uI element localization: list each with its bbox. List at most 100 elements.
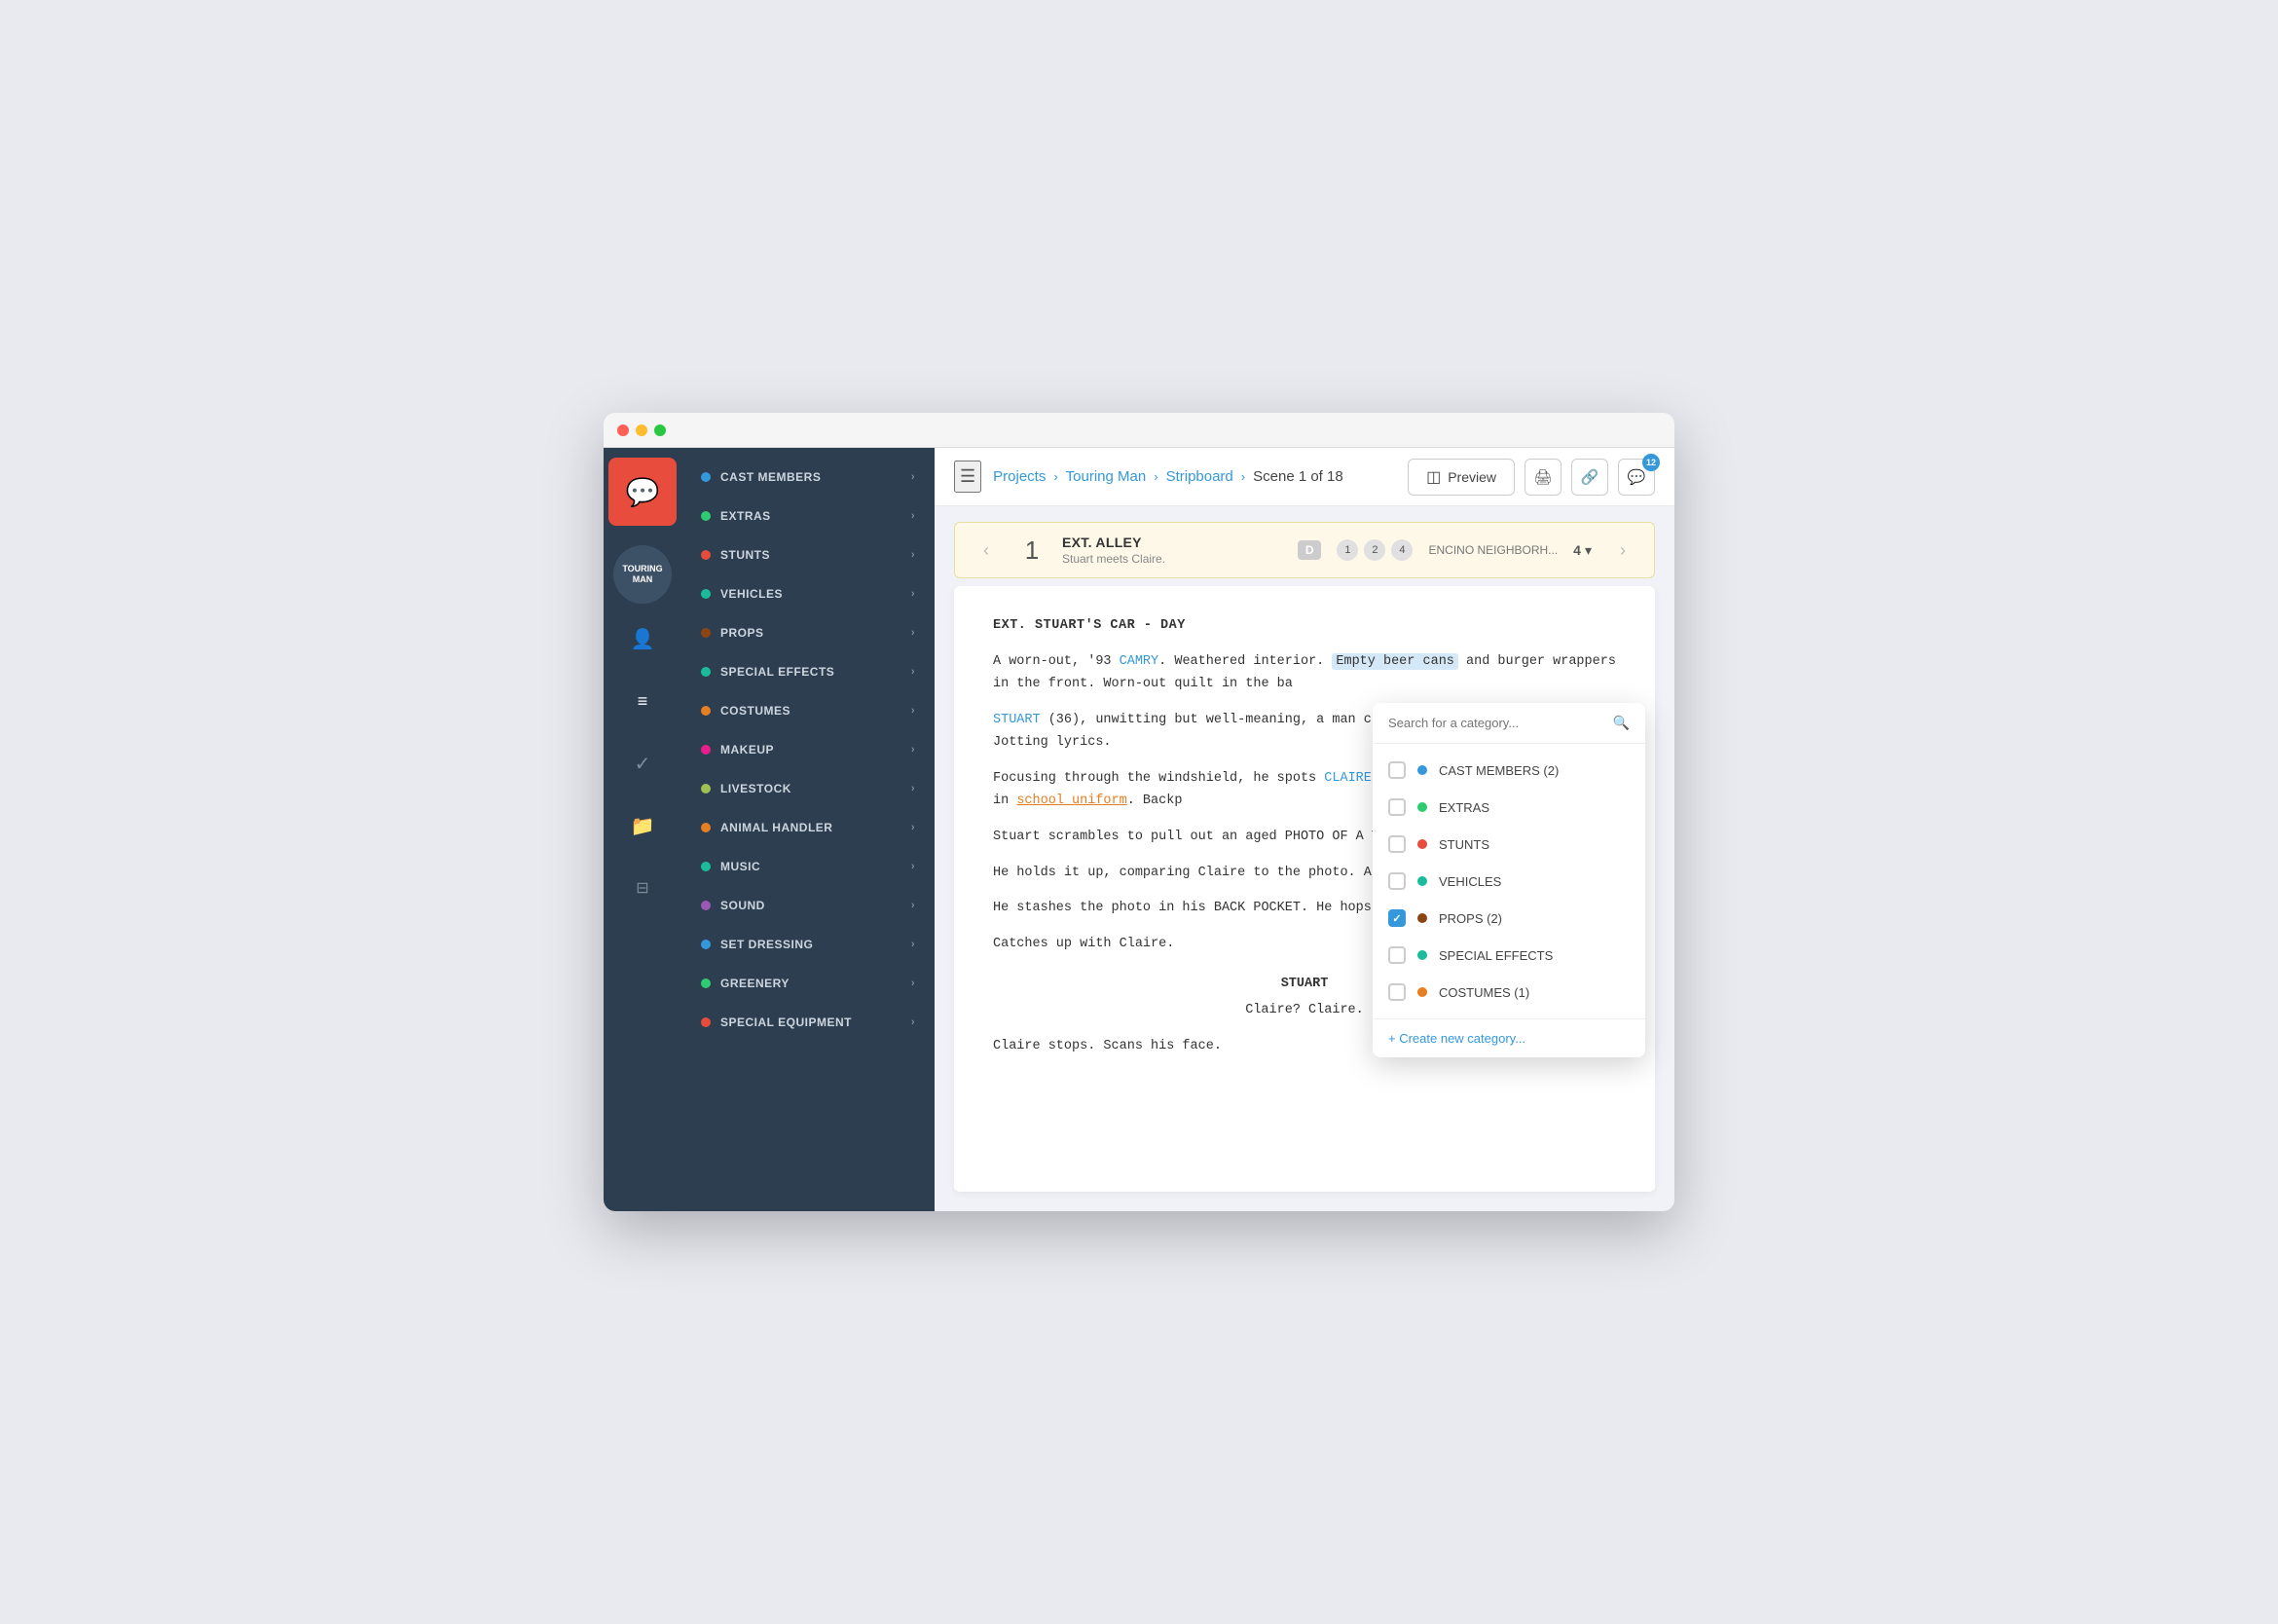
sidebar-category-sound[interactable]: SOUND › — [681, 886, 935, 925]
sidebar-category-stunts[interactable]: STUNTS › — [681, 535, 935, 574]
category-left: PROPS — [701, 626, 764, 640]
sidebar-category-cast-members[interactable]: CAST MEMBERS › — [681, 458, 935, 497]
school-uniform-link[interactable]: school uniform — [1016, 794, 1126, 808]
dd-checkbox-2[interactable] — [1388, 835, 1406, 853]
dd-checkbox-0[interactable] — [1388, 761, 1406, 779]
print-button[interactable]: 🖨 — [1525, 459, 1562, 496]
dd-label-2: STUNTS — [1439, 837, 1630, 852]
sidebar-item-cast[interactable]: 👤 — [608, 609, 677, 668]
dd-label-1: EXTRAS — [1439, 800, 1630, 815]
preview-button[interactable]: ◫ Preview — [1408, 459, 1515, 496]
scene-title: EXT. ALLEY — [1062, 535, 1282, 550]
dd-checkbox-6[interactable] — [1388, 983, 1406, 1001]
breadcrumb-touring[interactable]: Touring Man — [1066, 468, 1147, 485]
close-dot[interactable] — [617, 424, 629, 436]
page-badge-4: 4 — [1391, 539, 1413, 561]
category-dot — [701, 862, 711, 871]
category-left: VEHICLES — [701, 587, 783, 601]
app-window: 💬 TOURING MAN 👤 ≡ ✓ 📁 ⊟ — [604, 413, 1674, 1211]
chevron-right-icon: › — [911, 627, 915, 639]
category-dot — [701, 1017, 711, 1027]
minimize-dot[interactable] — [636, 424, 647, 436]
dropdown-item-6[interactable]: COSTUMES (1) — [1373, 974, 1645, 1011]
logo-area[interactable]: 💬 — [608, 458, 677, 526]
sidebar-category-music[interactable]: MUSIC › — [681, 847, 935, 886]
breadcrumb-stripboard[interactable]: Stripboard — [1166, 468, 1233, 485]
dd-checkbox-5[interactable] — [1388, 946, 1406, 964]
sidebar-item-schedule[interactable]: ✓ — [608, 734, 677, 793]
dropdown-item-5[interactable]: SPECIAL EFFECTS — [1373, 937, 1645, 974]
stuart-link[interactable]: STUART — [993, 713, 1041, 728]
chevron-right-icon: › — [911, 471, 915, 483]
main-content: ☰ Projects › Touring Man › Stripboard › … — [935, 448, 1674, 1211]
scene-count-number: 4 — [1573, 542, 1581, 558]
category-label: SPECIAL EFFECTS — [720, 665, 834, 679]
maximize-dot[interactable] — [654, 424, 666, 436]
category-label: VEHICLES — [720, 587, 783, 601]
logo-icon: 💬 — [626, 476, 660, 508]
scene-number: 1 — [1017, 535, 1047, 566]
sidebar-item-folder[interactable]: 📁 — [608, 796, 677, 855]
breadcrumb-projects[interactable]: Projects — [993, 468, 1046, 485]
category-label: STUNTS — [720, 548, 770, 562]
create-new-category-link[interactable]: + Create new category... — [1373, 1018, 1645, 1057]
para1-before: A worn-out, '93 — [993, 654, 1120, 669]
sidebar-category-extras[interactable]: EXTRAS › — [681, 497, 935, 535]
dropdown-item-3[interactable]: VEHICLES — [1373, 863, 1645, 900]
dropdown-item-2[interactable]: STUNTS — [1373, 826, 1645, 863]
project-badge-text: TOURING MAN — [613, 564, 672, 585]
sidebar-category-animal-handler[interactable]: ANIMAL HANDLER › — [681, 808, 935, 847]
app-body: 💬 TOURING MAN 👤 ≡ ✓ 📁 ⊟ — [604, 448, 1674, 1211]
sidebar-category-special-equipment[interactable]: SPECIAL EQUIPMENT › — [681, 1003, 935, 1042]
sidebar-item-settings[interactable]: ⊟ — [608, 859, 677, 917]
category-label: COSTUMES — [720, 704, 790, 718]
scene-count[interactable]: 4 ▾ — [1573, 542, 1592, 559]
project-badge[interactable]: TOURING MAN — [613, 545, 672, 604]
comment-button[interactable]: 💬 12 — [1618, 459, 1655, 496]
category-label: CAST MEMBERS — [720, 470, 821, 484]
prev-scene-button[interactable]: ‹ — [971, 535, 1002, 566]
category-label: SPECIAL EQUIPMENT — [720, 1015, 852, 1029]
chevron-right-icon: › — [911, 666, 915, 678]
link-button[interactable]: 🔗 — [1571, 459, 1608, 496]
camry-link[interactable]: CAMRY — [1120, 654, 1159, 670]
dropdown-item-4[interactable]: PROPS (2) — [1373, 900, 1645, 937]
claire-link[interactable]: CLAIRE — [1324, 771, 1372, 787]
dd-checkbox-1[interactable] — [1388, 798, 1406, 816]
dd-checkbox-3[interactable] — [1388, 872, 1406, 890]
sidebar-category-set-dressing[interactable]: SET DRESSING › — [681, 925, 935, 964]
sidebar-category-greenery[interactable]: GREENERY › — [681, 964, 935, 1003]
category-dot — [701, 511, 711, 521]
sidebar-category-livestock[interactable]: LIVESTOCK › — [681, 769, 935, 808]
sidebar-category-props[interactable]: PROPS › — [681, 613, 935, 652]
category-left: GREENERY — [701, 977, 790, 990]
sidebar-category-special-effects[interactable]: SPECIAL EFFECTS › — [681, 652, 935, 691]
folder-icon: 📁 — [631, 814, 655, 838]
scene-day: D — [1298, 540, 1322, 560]
hamburger-button[interactable]: ☰ — [954, 461, 981, 493]
category-search-input[interactable] — [1388, 716, 1605, 730]
sidebar-category-makeup[interactable]: MAKEUP › — [681, 730, 935, 769]
page-badge-1: 1 — [1337, 539, 1358, 561]
scene-strip-area: ‹ 1 EXT. ALLEY Stuart meets Claire. D 1 … — [935, 506, 1674, 586]
category-label: PROPS — [720, 626, 764, 640]
chevron-right-icon: › — [911, 978, 915, 989]
chevron-right-icon: › — [911, 510, 915, 522]
category-left: ANIMAL HANDLER — [701, 821, 832, 834]
strips-icon: ≡ — [638, 691, 648, 712]
preview-label: Preview — [1448, 469, 1496, 485]
category-left: SOUND — [701, 899, 765, 912]
sidebar-category-vehicles[interactable]: VEHICLES › — [681, 574, 935, 613]
sidebar-category-costumes[interactable]: COSTUMES › — [681, 691, 935, 730]
chevron-right-icon: › — [911, 744, 915, 756]
dropdown-item-1[interactable]: EXTRAS — [1373, 789, 1645, 826]
sidebar-item-strips[interactable]: ≡ — [608, 672, 677, 730]
dropdown-item-0[interactable]: CAST MEMBERS (2) — [1373, 752, 1645, 789]
dd-checkbox-4[interactable] — [1388, 909, 1406, 927]
chevron-right-icon: › — [911, 822, 915, 833]
para3-before: Focusing through the windshield, he spot… — [993, 771, 1324, 786]
category-sidebar: CAST MEMBERS › EXTRAS › STUNTS › VEHICLE… — [681, 448, 935, 1211]
chevron-right-icon: › — [911, 588, 915, 600]
category-dot — [701, 628, 711, 638]
next-scene-button[interactable]: › — [1607, 535, 1638, 566]
